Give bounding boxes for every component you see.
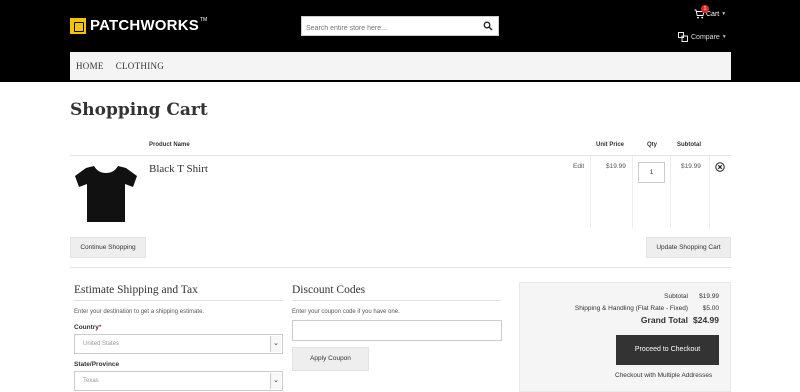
country-label: Country*	[74, 324, 101, 331]
remove-item-icon[interactable]	[715, 162, 725, 172]
column-divider	[670, 156, 671, 228]
search-icon[interactable]	[483, 21, 493, 31]
nav-item-home[interactable]: HOME	[76, 61, 104, 71]
logo-text: PATCHWORKS	[90, 17, 199, 34]
compare-caret-icon: ▼	[721, 34, 727, 40]
discount-title-rule	[292, 300, 501, 301]
logo-mark-icon	[70, 17, 86, 34]
search-box	[301, 16, 499, 38]
continue-shopping-button[interactable]: Continue Shopping	[70, 237, 146, 258]
quantity-input[interactable]: 1	[638, 162, 665, 183]
grand-total-label: Grand Total	[640, 315, 688, 325]
compare-label: Compare	[691, 33, 720, 41]
update-cart-button[interactable]: Update Shopping Cart	[646, 237, 731, 258]
compare-icon	[678, 32, 688, 42]
summary-subtotal-label: Subtotal	[664, 293, 688, 300]
shipping-hint: Enter your destination to get a shipping…	[74, 309, 205, 315]
cart-link[interactable]: Cart ▼	[694, 9, 726, 19]
discount-title: Discount Codes	[292, 284, 366, 296]
cart-count-badge: 1	[701, 5, 709, 13]
apply-coupon-button[interactable]: Apply Coupon	[292, 347, 369, 371]
tshirt-icon[interactable]	[72, 162, 140, 226]
chevron-down-icon: ⌄	[270, 373, 281, 389]
required-marker: *	[98, 324, 102, 331]
column-divider	[632, 156, 633, 228]
header-product-name: Product Name	[149, 142, 190, 148]
page-title: Shopping Cart	[70, 100, 208, 120]
state-select-value: Texas	[83, 378, 99, 384]
item-subtotal-value: $19.99	[681, 163, 701, 170]
cart-caret-icon: ▼	[721, 11, 727, 17]
multiple-addresses-link[interactable]: Checkout with Multiple Addresses	[615, 372, 712, 379]
header-subtotal: Subtotal	[677, 142, 701, 148]
main-nav: HOME CLOTHING	[70, 52, 731, 80]
state-label: State/Province	[74, 361, 120, 368]
logo-trademark: TM	[199, 17, 208, 23]
proceed-to-checkout-button[interactable]: Proceed to Checkout	[616, 335, 719, 365]
header-unit-price: Unit Price	[596, 142, 625, 148]
column-divider	[590, 156, 591, 228]
site-logo[interactable]: PATCHWORKS TM	[70, 17, 207, 34]
product-name-link[interactable]: Black T Shirt	[149, 163, 208, 175]
grand-total-value: $24.99	[693, 315, 719, 325]
chevron-down-icon: ⌄	[270, 336, 281, 352]
state-select[interactable]: Texas ⌄	[74, 371, 283, 391]
summary-subtotal-value: $19.99	[699, 293, 719, 300]
country-select[interactable]: United States ⌄	[74, 334, 283, 354]
coupon-code-input[interactable]	[292, 320, 502, 341]
summary-shipping-value: $5.00	[702, 305, 719, 312]
search-input[interactable]	[302, 19, 477, 38]
country-label-text: Country	[74, 324, 99, 331]
discount-hint: Enter your coupon code if you have one.	[292, 309, 400, 315]
header-qty: Qty	[647, 142, 658, 148]
section-divider	[70, 267, 731, 268]
country-select-value: United States	[83, 341, 120, 347]
compare-link[interactable]: Compare ▼	[678, 32, 727, 42]
shipping-title: Estimate Shipping and Tax	[74, 284, 198, 296]
column-divider	[709, 156, 710, 228]
unit-price-value: $19.99	[606, 163, 626, 170]
shipping-title-rule	[74, 300, 283, 301]
summary-shipping-label: Shipping & Handling (Flat Rate - Fixed)	[574, 305, 688, 312]
edit-item-link[interactable]: Edit	[573, 163, 584, 170]
nav-item-clothing[interactable]: CLOTHING	[116, 61, 164, 71]
site-header: PATCHWORKS TM Cart ▼ 1 Compare ▼ HOME CL…	[0, 0, 800, 82]
